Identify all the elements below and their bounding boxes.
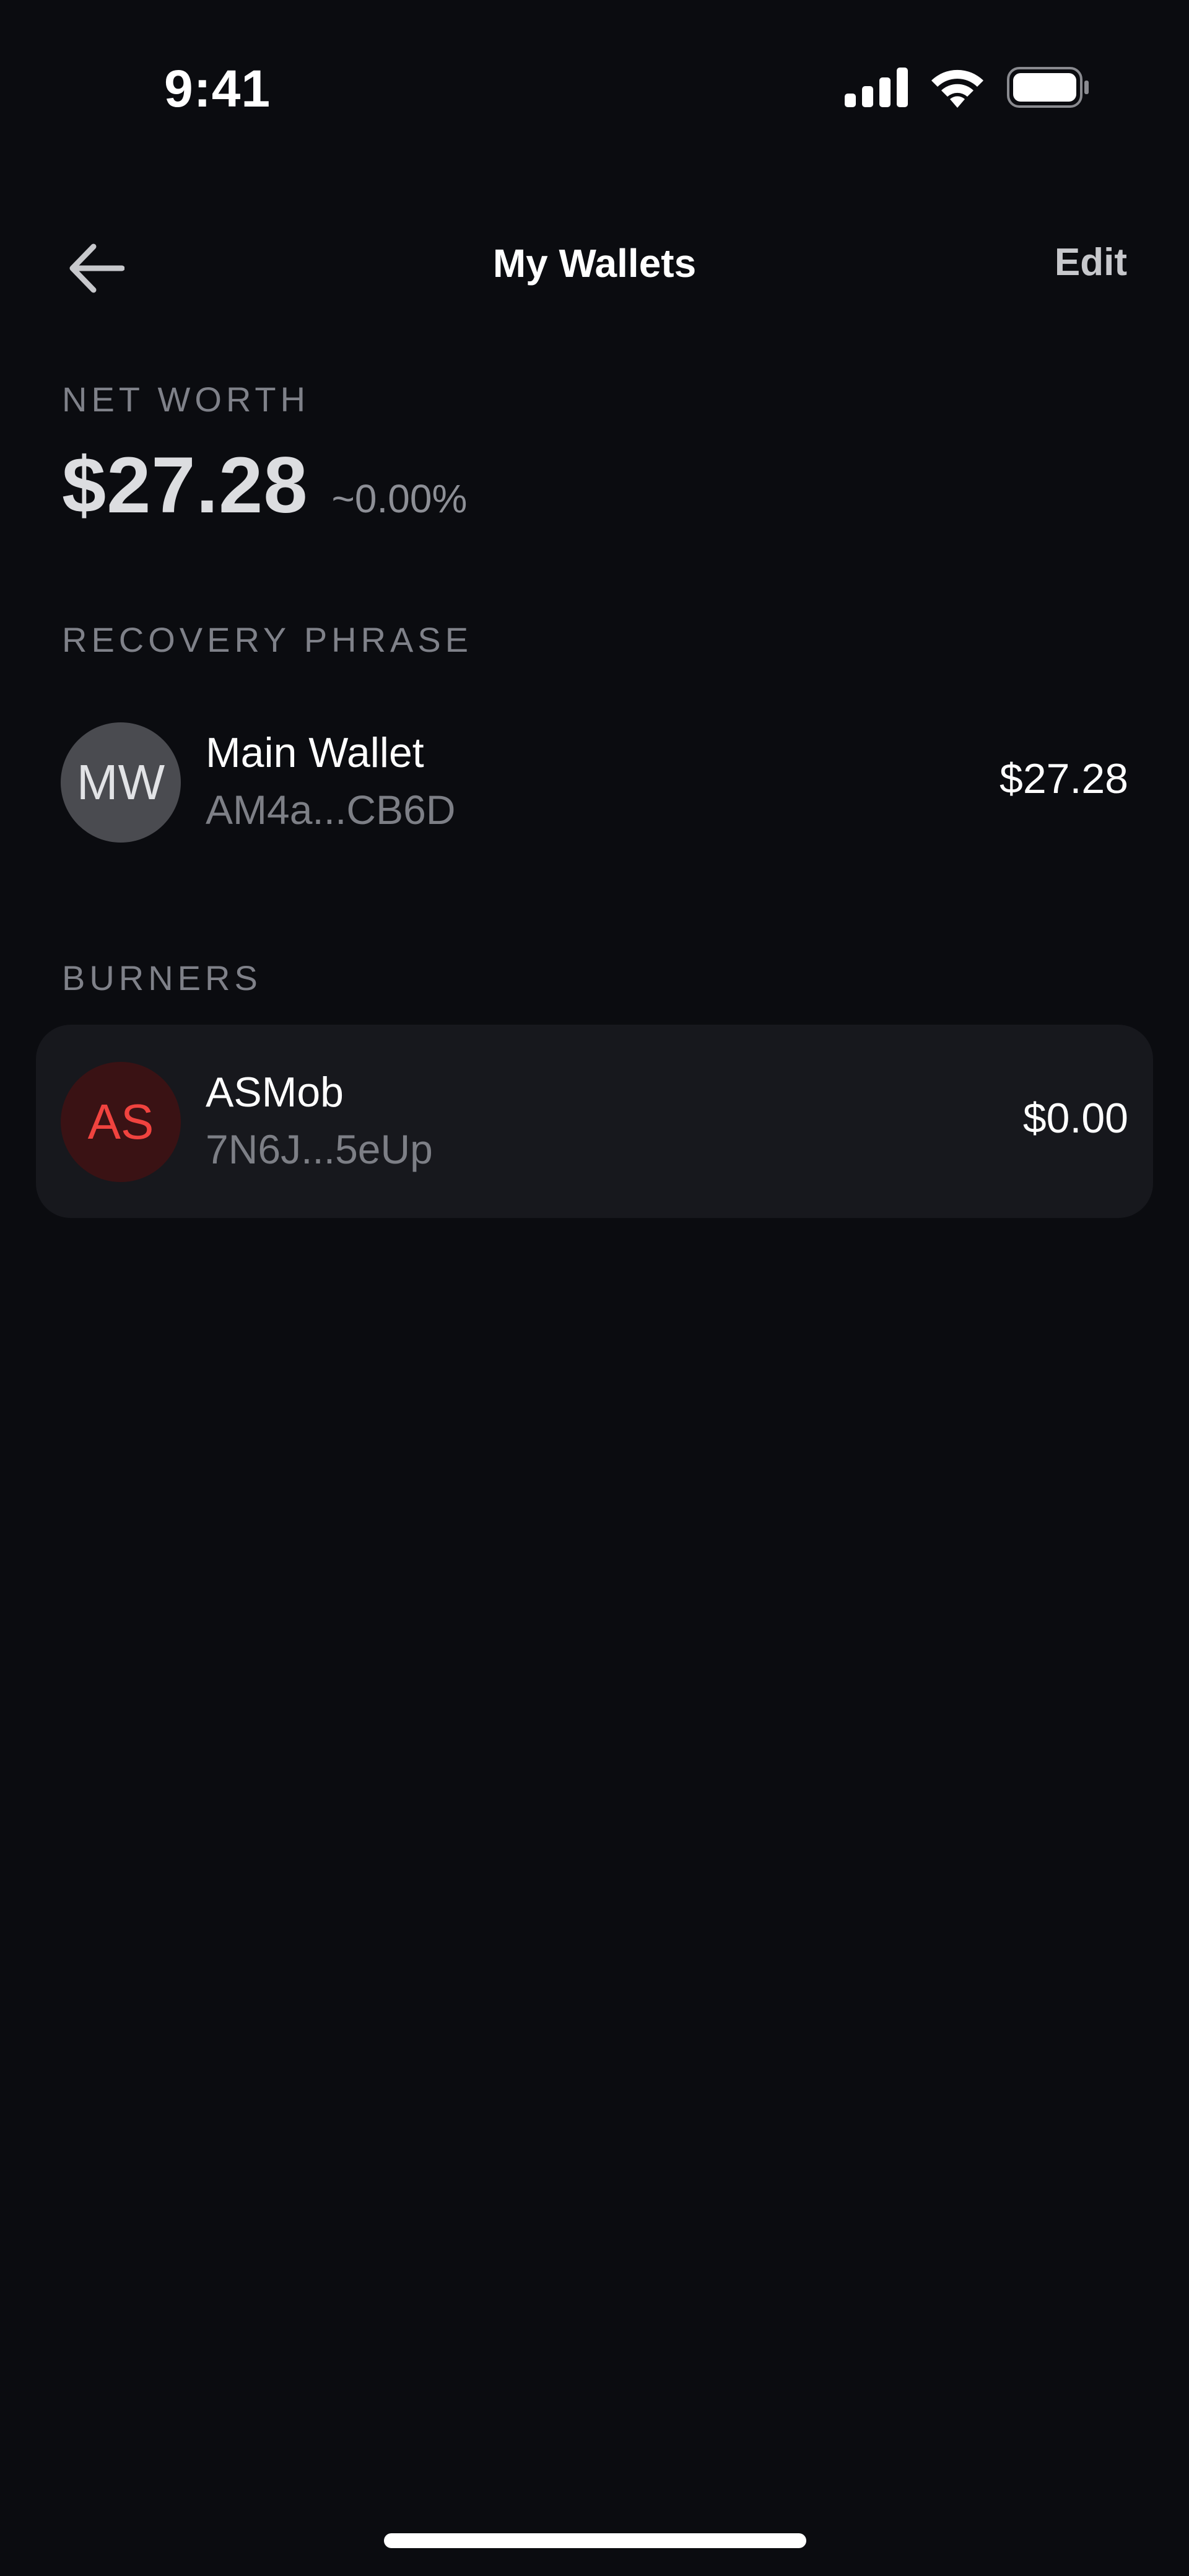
status-time: 9:41 (164, 59, 271, 118)
wifi-icon (929, 67, 986, 111)
wallet-row-asmob[interactable]: AS ASMob 7N6J...5eUp $0.00 (36, 1025, 1153, 1218)
net-worth-row: $27.28 ~0.00% (62, 440, 467, 531)
net-worth-value: $27.28 (62, 441, 308, 530)
avatar: AS (61, 1062, 181, 1182)
wallet-row-main-wallet[interactable]: MW Main Wallet AM4a...CB6D $27.28 (36, 685, 1153, 878)
net-worth-change: ~0.00% (331, 476, 468, 521)
recovery-phrase-label: RECOVERY PHRASE (62, 620, 473, 659)
wallet-balance: $0.00 (1022, 1095, 1128, 1142)
edit-button[interactable]: Edit (1055, 240, 1127, 284)
wallet-balance: $27.28 (1000, 755, 1128, 802)
net-worth-label: NET WORTH (62, 380, 310, 419)
status-icons (845, 67, 1090, 111)
nav-bar: My Wallets Edit (0, 223, 1189, 304)
status-bar: 9:41 (0, 0, 1189, 173)
wallet-name: Main Wallet (206, 729, 424, 776)
wallet-name: ASMob (206, 1069, 344, 1116)
avatar: MW (61, 722, 181, 843)
cellular-signal-icon (845, 68, 908, 110)
battery-icon (1007, 67, 1090, 111)
burners-label: BURNERS (62, 958, 262, 997)
wallet-address: AM4a...CB6D (206, 787, 456, 833)
home-indicator[interactable] (384, 2533, 806, 2548)
page-title: My Wallets (492, 241, 697, 286)
wallet-address: 7N6J...5eUp (206, 1126, 433, 1172)
